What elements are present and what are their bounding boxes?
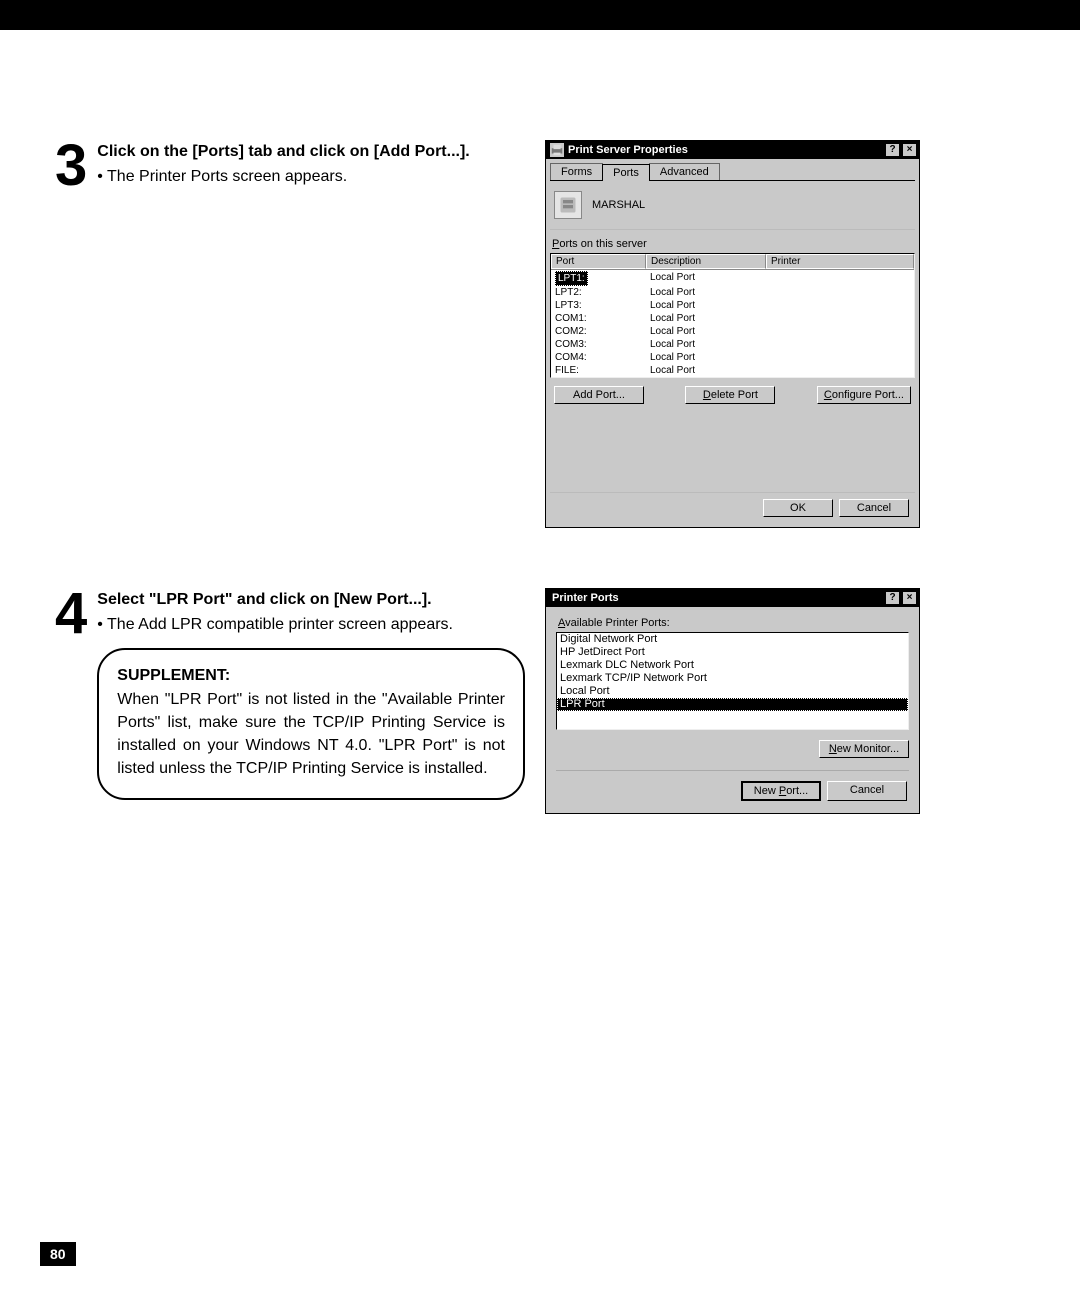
port-row[interactable]: COM4:Local Port [551,351,914,364]
titlebar: Print Server Properties ? × [546,141,919,159]
new-port-button[interactable]: New Port... [741,781,821,801]
titlebar: Printer Ports ? × [546,589,919,607]
dialog-title: Printer Ports [552,592,883,604]
ports-list-label: Ports on this server [552,238,915,250]
port-row[interactable]: FILE:Local Port [551,364,914,377]
tab-advanced[interactable]: Advanced [649,163,720,180]
list-item[interactable]: HP JetDirect Port [557,646,908,659]
step-4: 4 Select "LPR Port" and click on [New Po… [55,588,1025,814]
configure-port-button[interactable]: Configure Port... [817,386,911,404]
col-description: Description [646,254,766,269]
dialog-title: Print Server Properties [568,144,883,156]
port-row[interactable]: COM1:Local Port [551,312,914,325]
port-row[interactable]: COM2:Local Port [551,325,914,338]
add-port-button[interactable]: Add Port... [554,386,644,404]
port-row[interactable]: LPT3:Local Port [551,299,914,312]
cancel-button[interactable]: Cancel [827,781,907,801]
ports-list-header: Port Description Printer [551,254,914,270]
server-name: MARSHAL [592,199,645,211]
page-number: 80 [40,1242,76,1266]
close-button[interactable]: × [902,143,917,157]
step-4-number: 4 [55,588,87,800]
help-button[interactable]: ? [885,143,900,157]
page-header-band [0,0,1080,100]
printer-ports-dialog: Printer Ports ? × Available Printer Port… [545,588,920,814]
list-item[interactable]: Lexmark TCP/IP Network Port [557,672,908,685]
supplement-body: When "LPR Port" is not listed in the "Av… [117,691,505,778]
supplement-box: SUPPLEMENT: When "LPR Port" is not liste… [97,648,525,800]
new-monitor-button[interactable]: New Monitor... [819,740,909,758]
port-row[interactable]: LPT1:Local Port [551,271,914,286]
delete-port-button[interactable]: Delete Port [685,386,775,404]
port-row[interactable]: COM3:Local Port [551,338,914,351]
step-4-bullet: The Add LPR compatible printer screen ap… [97,613,525,636]
step-4-title: Select "LPR Port" and click on [New Port… [97,588,525,611]
ports-list[interactable]: Port Description Printer LPT1:Local Port… [550,253,915,378]
printer-icon [550,143,564,157]
list-item[interactable]: Digital Network Port [557,633,908,646]
print-server-properties-dialog: Print Server Properties ? × Forms Ports … [545,140,920,528]
col-printer: Printer [766,254,914,269]
close-button[interactable]: × [902,591,917,605]
step-3: 3 Click on the [Ports] tab and click on … [55,140,1025,528]
tabstrip: Forms Ports Advanced [550,163,915,181]
list-item[interactable]: LPR Port [557,698,908,711]
help-button[interactable]: ? [885,591,900,605]
supplement-title: SUPPLEMENT: [117,664,505,687]
available-ports-listbox[interactable]: Digital Network PortHP JetDirect PortLex… [556,632,909,730]
tab-forms[interactable]: Forms [550,163,603,180]
server-icon [554,191,582,219]
available-ports-label: Available Printer Ports: [558,617,909,629]
step-3-title: Click on the [Ports] tab and click on [A… [97,140,525,163]
list-item[interactable]: Lexmark DLC Network Port [557,659,908,672]
ok-button[interactable]: OK [763,499,833,517]
cancel-button[interactable]: Cancel [839,499,909,517]
tab-ports[interactable]: Ports [602,164,650,181]
col-port: Port [551,254,646,269]
step-3-number: 3 [55,140,87,528]
list-item[interactable]: Local Port [557,685,908,698]
step-3-bullet: The Printer Ports screen appears. [97,165,525,188]
port-row[interactable]: LPT2:Local Port [551,286,914,299]
